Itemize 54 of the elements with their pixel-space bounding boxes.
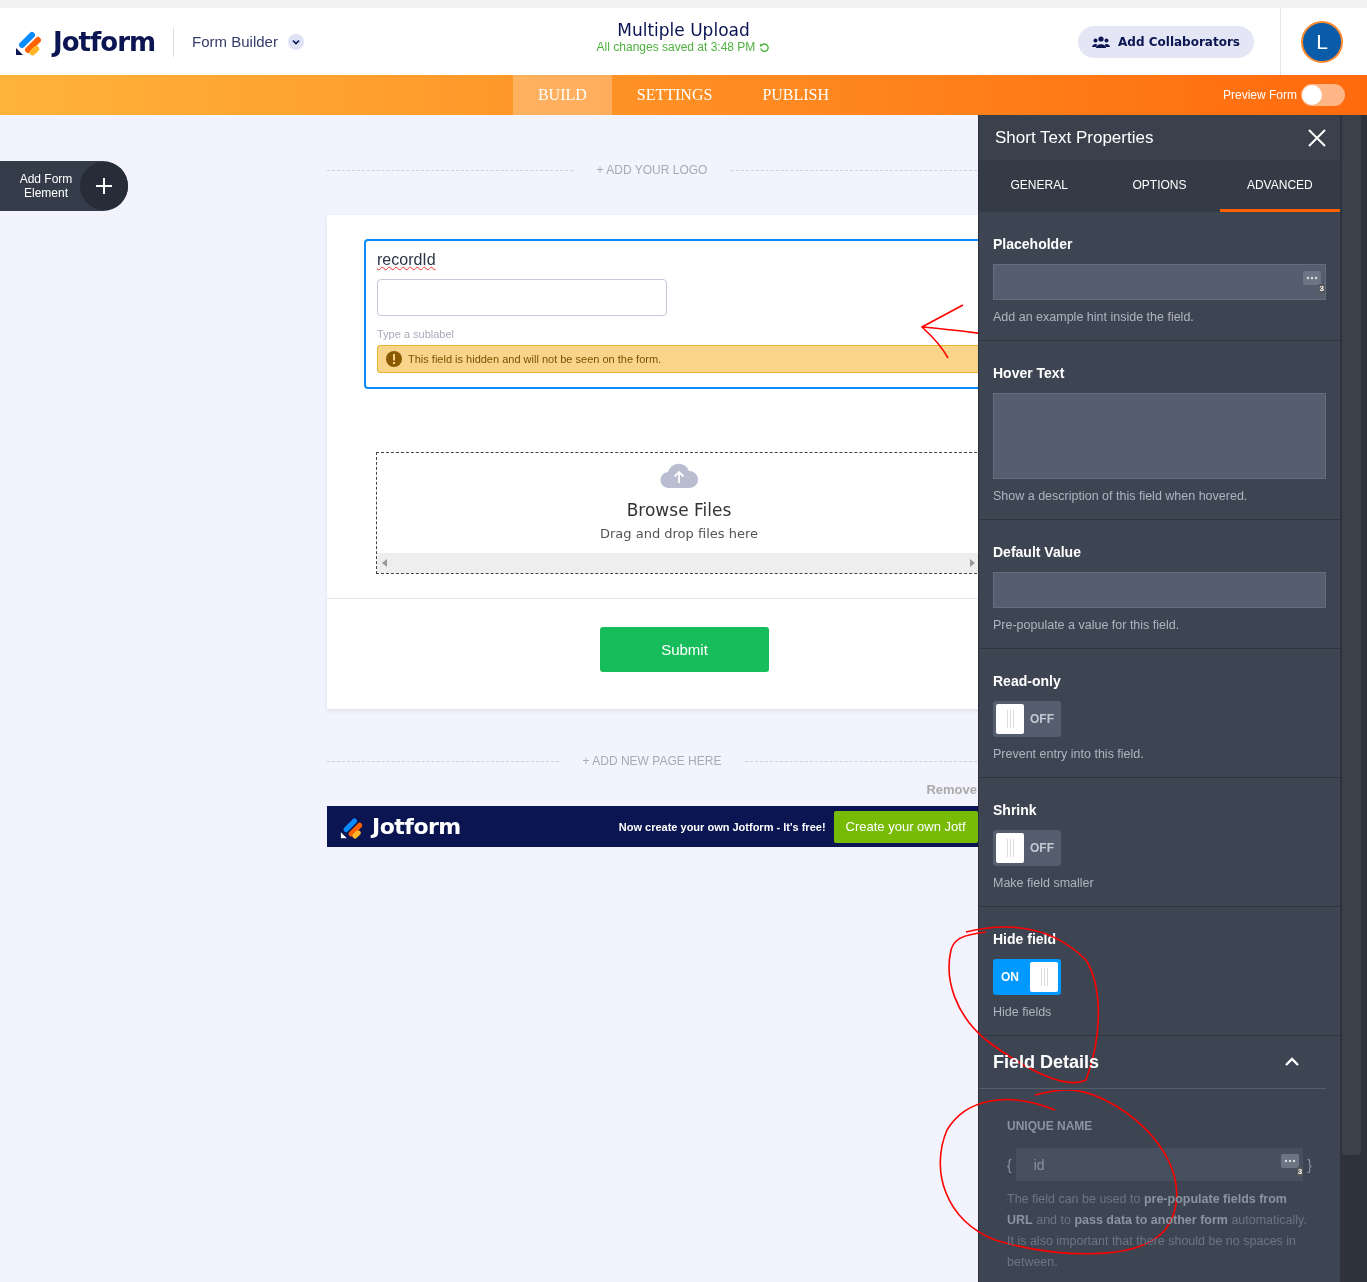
property-hint: Hide fields: [993, 1005, 1053, 1019]
user-avatar[interactable]: L: [1301, 20, 1343, 63]
property-label: Placeholder: [993, 236, 1074, 252]
scrollbar-thumb[interactable]: [1342, 115, 1361, 1155]
property-hint: Show a description of this field when hovered.: [993, 489, 1249, 503]
horizontal-scrollbar[interactable]: [377, 553, 978, 573]
brace-text: }: [1307, 1156, 1312, 1173]
property-label: Hover Text: [993, 365, 1066, 381]
hidden-notice-text: This field is hidden and will not be seen on the form.: [408, 353, 662, 365]
brace-text: {: [1007, 1156, 1012, 1173]
chevron-up-icon[interactable]: [1284, 1057, 1300, 1067]
panel-tab[interactable]: GENERAL: [979, 160, 1100, 212]
property-label: Read-only: [993, 673, 1062, 689]
arrow-right-icon[interactable]: [970, 559, 976, 567]
save-status: All changes saved at 3:48 PM: [596, 40, 756, 54]
banner-tagline: Now create your own Jotform - It's free!: [618, 820, 826, 833]
refresh-icon[interactable]: [759, 41, 771, 53]
property-label: Shrink: [993, 802, 1038, 818]
text-input-field[interactable]: [377, 279, 667, 316]
jotform-logo[interactable]: Jotform: [53, 26, 156, 57]
form-title[interactable]: Multiple Upload: [617, 20, 750, 40]
property-input[interactable]: 3: [993, 264, 1326, 300]
unique-name-label: UNIQUE NAME: [1007, 1119, 1094, 1133]
form-builder-menu[interactable]: Form Builder: [192, 33, 278, 50]
property-textarea[interactable]: [993, 393, 1326, 479]
close-icon[interactable]: [1308, 128, 1326, 147]
property-hint: Make field smaller: [993, 876, 1095, 890]
add-form-element-button[interactable]: Add Form Element: [0, 161, 128, 211]
property-hint: Prevent entry into this field.: [993, 747, 1145, 761]
banner-logo-text[interactable]: Jotform: [372, 814, 461, 839]
property-label: Default Value: [993, 544, 1082, 560]
property-label: Hide field: [993, 931, 1057, 947]
preview-form-label: Preview Form: [1223, 88, 1297, 102]
property-input[interactable]: [993, 572, 1326, 608]
panel-title: Short Text Properties: [995, 127, 1154, 148]
toggle-switch[interactable]: OFF: [993, 830, 1061, 866]
cloud-upload-icon: [660, 463, 698, 489]
preview-toggle[interactable]: [1301, 84, 1345, 106]
browse-files-title: Browse Files: [626, 500, 732, 520]
upload-dropzone[interactable]: Browse Files Drag and drop files here: [376, 452, 978, 574]
short-text-field[interactable]: recordId Type a sublabel This field is hidden and will not be seen on the form.: [364, 239, 978, 389]
field-label[interactable]: recordId: [377, 251, 436, 269]
unique-name-field[interactable]: id 3: [1015, 1148, 1304, 1181]
drag-drop-hint: Drag and drop files here: [600, 526, 758, 541]
toggle-switch[interactable]: OFF: [993, 701, 1061, 737]
property-hint: Pre-populate a value for this field.: [993, 618, 1181, 632]
people-icon: [1092, 35, 1111, 48]
add-collaborators-button[interactable]: Add Collaborators: [1078, 25, 1254, 58]
property-hint: Add an example hint inside the field.: [993, 310, 1195, 324]
arrow-left-icon[interactable]: [382, 559, 388, 567]
panel-tab[interactable]: OPTIONS: [1099, 160, 1220, 212]
chevron-down-icon[interactable]: [287, 33, 304, 50]
plus-icon: [95, 177, 113, 195]
warning-icon: [386, 351, 402, 367]
